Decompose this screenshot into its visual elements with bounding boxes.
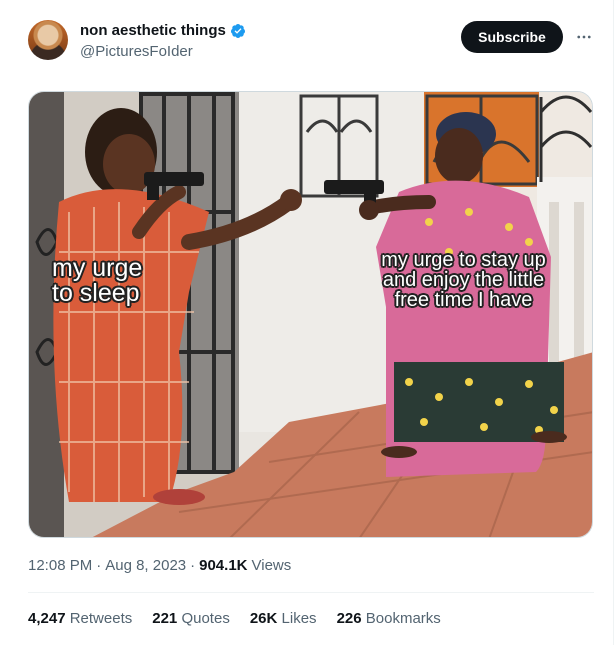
- stat-quotes[interactable]: 221 Quotes: [152, 609, 230, 629]
- meme-caption-left-line1: my urge: [52, 254, 143, 282]
- stat-retweets-count: 4,247: [28, 610, 66, 627]
- stat-retweets[interactable]: 4,247 Retweets: [28, 609, 132, 629]
- author-avatar[interactable]: [28, 20, 68, 60]
- meta-separator: ·: [190, 557, 196, 574]
- meme-caption-right: my urge to stay up and enjoy the little …: [351, 250, 576, 310]
- author-name-row: non aesthetic things: [80, 22, 246, 40]
- verified-badge-icon: [230, 24, 245, 38]
- tweet-meta: 12:08 PM · Aug 8, 2023 · 904.1K Views: [28, 556, 291, 576]
- stat-bookmarks[interactable]: 226 Bookmarks: [337, 609, 441, 629]
- meme-caption-left-line2: to sleep: [52, 279, 140, 307]
- tweet-date[interactable]: Aug 8, 2023: [105, 556, 186, 576]
- engagement-stats: 4,247 Retweets 221 Quotes 26K Likes 226 …: [28, 609, 441, 629]
- stat-quotes-label: Quotes: [181, 610, 230, 627]
- author-block: non aesthetic things @PicturesFoIder: [80, 22, 246, 61]
- author-name[interactable]: non aesthetic things: [80, 22, 226, 40]
- stat-retweets-label: Retweets: [69, 610, 133, 627]
- tweet-time[interactable]: 12:08 PM: [28, 556, 92, 576]
- meme-caption-right-line3: free time I have: [394, 289, 533, 311]
- stat-bookmarks-count: 226: [336, 610, 362, 627]
- divider: [28, 592, 594, 593]
- meme-caption-left: my urge to sleep: [52, 256, 142, 306]
- stat-bookmarks-label: Bookmarks: [365, 610, 441, 627]
- ellipsis-icon: [577, 35, 591, 39]
- meme-caption-right-line2: and enjoy the little: [382, 269, 545, 291]
- stat-likes-label: Likes: [281, 610, 317, 627]
- stat-likes-count: 26K: [249, 610, 278, 627]
- views-count[interactable]: 904.1K: [199, 556, 247, 576]
- views-label: Views: [251, 557, 292, 574]
- meme-photo: [29, 92, 592, 537]
- tweet-media-image[interactable]: my urge to sleep my urge to stay up and …: [28, 91, 593, 538]
- stat-quotes-count: 221: [152, 610, 178, 627]
- meme-caption-right-line1: my urge to stay up: [381, 249, 546, 271]
- author-handle[interactable]: @PicturesFoIder: [80, 43, 246, 61]
- meta-separator: ·: [96, 557, 102, 574]
- more-options-icon[interactable]: [573, 26, 595, 48]
- subscribe-button[interactable]: Subscribe: [461, 21, 563, 53]
- stat-likes[interactable]: 26K Likes: [250, 609, 317, 629]
- tweet-card: non aesthetic things @PicturesFoIder Sub…: [0, 0, 614, 645]
